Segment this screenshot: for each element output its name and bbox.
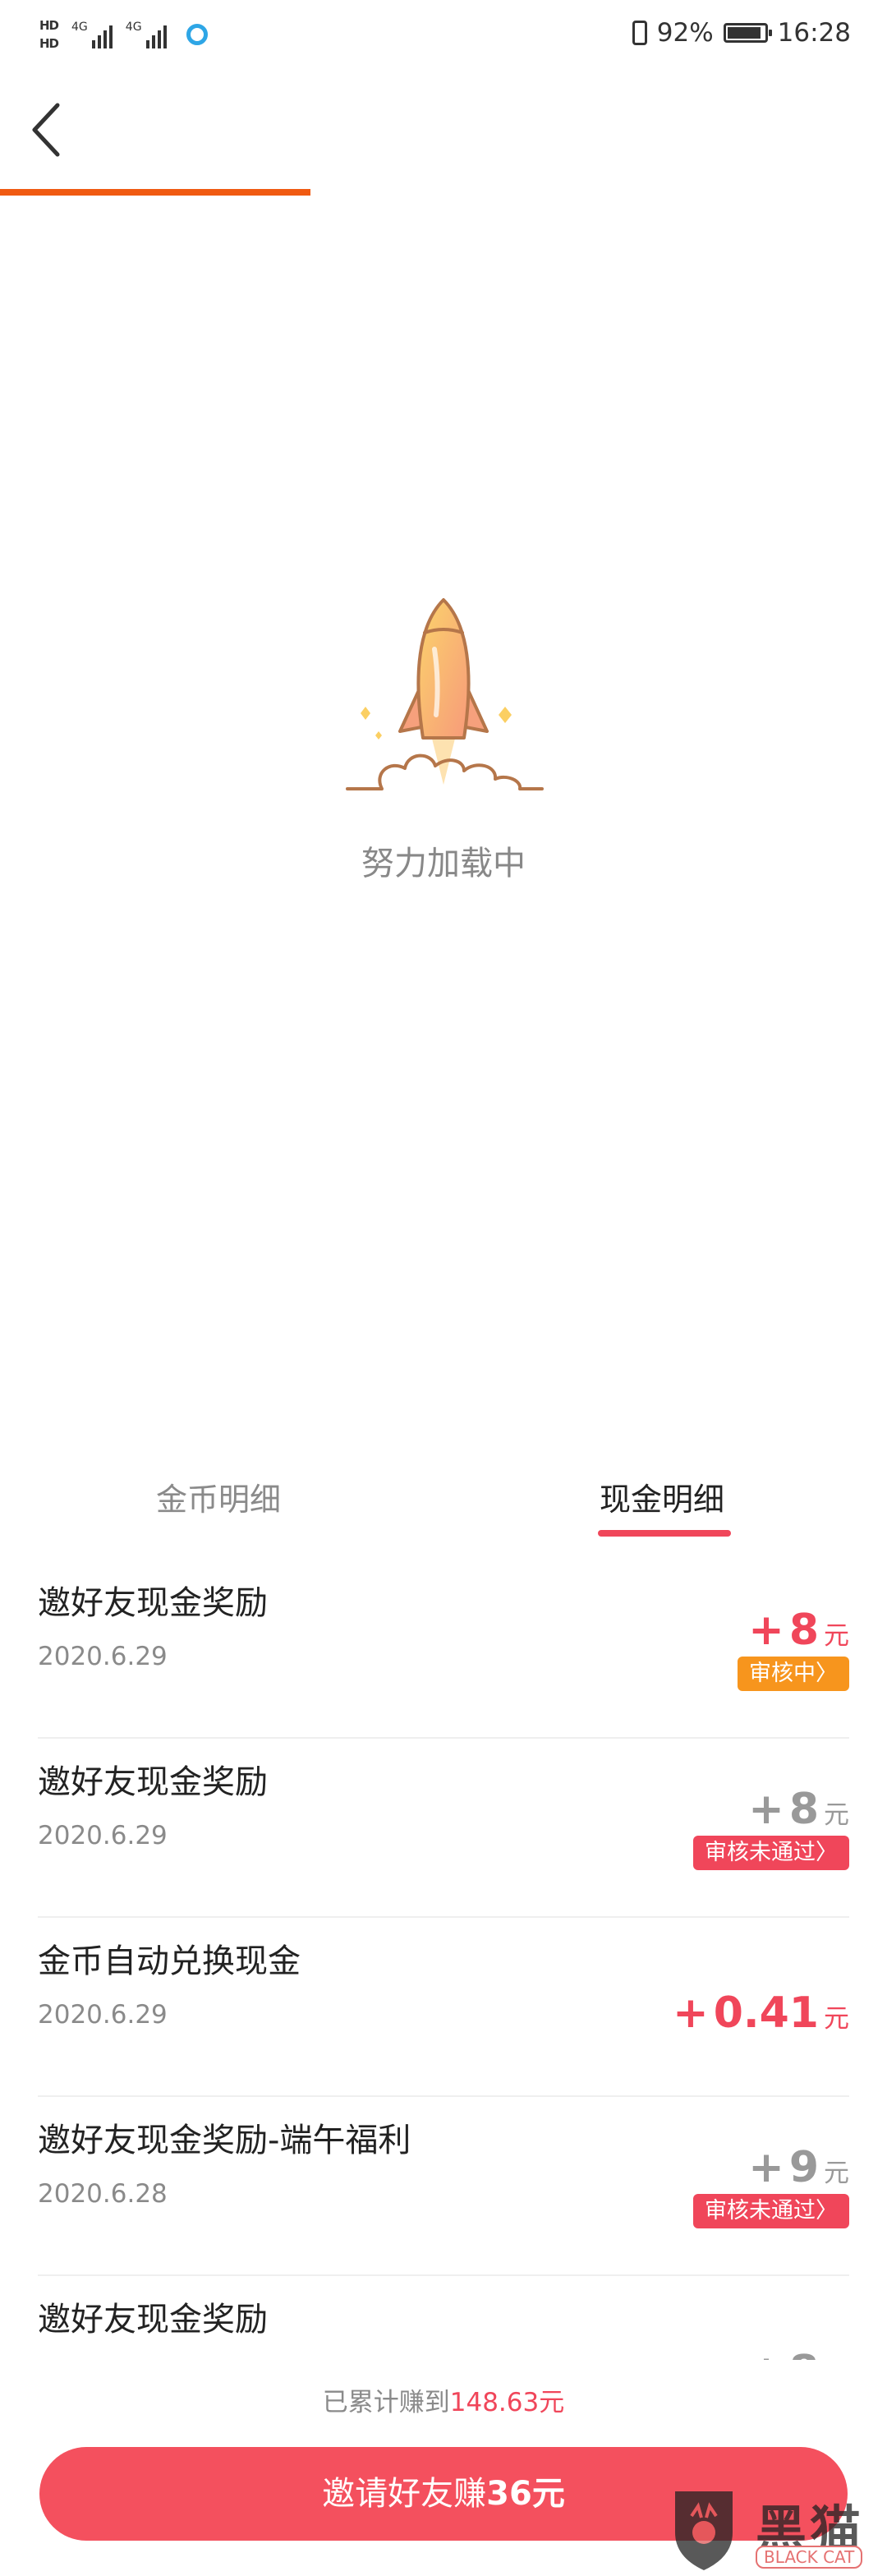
clock: 16:28 (777, 18, 851, 48)
hd-indicators: HD HD (39, 18, 59, 51)
back-button[interactable] (28, 97, 69, 163)
total-earned: 已累计赚到148.63元 (0, 2381, 887, 2418)
record-title: 邀好友现金奖励-端午福利 (38, 2122, 411, 2159)
amount-sign: + (748, 1606, 784, 1655)
record-title: 邀好友现金奖励 (38, 2301, 268, 2339)
amount-value: 0.41 (713, 1988, 819, 2038)
tab-cash-detail[interactable]: 现金明细 (600, 1474, 724, 1519)
bottom-bar: 已累计赚到148.63元 邀请好友赚36元 黑猫 BLACK CAT (0, 2360, 887, 2576)
record-amount: + 9 元 (748, 2143, 849, 2192)
amount-value: 9 (788, 2143, 819, 2192)
battery-percent: 92% (656, 18, 714, 48)
record-date: 2020.6.29 (38, 1642, 168, 1671)
rocket-icon (346, 598, 544, 790)
record-amount: + 0.41 元 (673, 1988, 849, 2038)
record-title: 邀好友现金奖励 (38, 1763, 268, 1801)
total-earned-value: 148.63元 (449, 2388, 565, 2417)
vibrate-icon (632, 21, 647, 45)
list-item[interactable]: 金币自动兑换现金 2020.6.29 + 0.41 元 (38, 1918, 849, 2097)
hd-label-2: HD (39, 36, 59, 51)
network-label-1: 4G (71, 21, 88, 34)
record-date: 2020.6.29 (38, 2000, 168, 2030)
amount-unit: 元 (824, 1621, 849, 1651)
status-badge[interactable]: 审核未通过〉 (693, 2194, 849, 2228)
invite-button-amount: 36元 (486, 2475, 565, 2513)
active-tab-indicator (598, 1530, 731, 1537)
status-bar: HD HD 4G 4G 92% 16:28 (0, 0, 887, 66)
amount-sign: + (748, 2143, 784, 2192)
amount-value: 8 (788, 1785, 819, 1834)
cash-record-list: 邀好友现金奖励 2020.6.29 + 8 元 审核中〉 邀好友现金奖励 202… (0, 1560, 887, 2454)
list-item[interactable]: 邀好友现金奖励 2020.6.29 + 8 元 审核中〉 (38, 1560, 849, 1739)
detail-tabs: 金币明细 现金明细 (0, 1463, 887, 1553)
total-earned-label: 已累计赚到 (322, 2388, 450, 2417)
status-badge[interactable]: 审核中〉 (738, 1657, 849, 1691)
loading-text: 努力加载中 (361, 845, 526, 882)
page-load-progress-fill (0, 189, 310, 196)
amount-unit: 元 (824, 1800, 849, 1830)
watermark-logo: 黑猫 BLACK CAT (659, 2483, 880, 2574)
record-date: 2020.6.28 (38, 2179, 168, 2209)
record-amount: + 8 元 (748, 1606, 849, 1655)
amount-sign: + (748, 1785, 784, 1834)
cat-shield-icon (675, 2491, 733, 2570)
amount-unit: 元 (824, 2159, 849, 2188)
hd-label-1: HD (39, 18, 59, 33)
invite-button-label: 邀请好友赚 (322, 2475, 487, 2513)
chevron-left-icon (32, 103, 60, 157)
network-label-2: 4G (125, 21, 142, 34)
list-item[interactable]: 邀好友现金奖励-端午福利 2020.6.28 + 9 元 审核未通过〉 (38, 2097, 849, 2276)
record-amount: + 8 元 (748, 1785, 849, 1834)
amount-sign: + (673, 1988, 709, 2038)
amount-value: 8 (788, 1606, 819, 1655)
status-badge[interactable]: 审核未通过〉 (693, 1836, 849, 1870)
list-item[interactable]: 邀好友现金奖励 2020.6.29 + 8 元 审核未通过〉 (38, 1739, 849, 1918)
watermark-subtext: BLACK CAT (756, 2546, 863, 2569)
signal-icon-2: 4G (126, 21, 167, 48)
tab-coin-detail[interactable]: 金币明细 (156, 1474, 281, 1519)
app-notification-icon (186, 24, 208, 45)
record-title: 金币自动兑换现金 (38, 1942, 301, 1980)
record-date: 2020.6.29 (38, 1821, 168, 1850)
page-load-progress (0, 189, 887, 196)
status-left: HD HD 4G 4G (39, 12, 208, 58)
status-right: 92% 16:28 (632, 15, 851, 51)
battery-icon (723, 23, 772, 43)
signal-icon-1: 4G (71, 21, 113, 48)
amount-unit: 元 (824, 2004, 849, 2034)
record-title: 邀好友现金奖励 (38, 1584, 268, 1622)
